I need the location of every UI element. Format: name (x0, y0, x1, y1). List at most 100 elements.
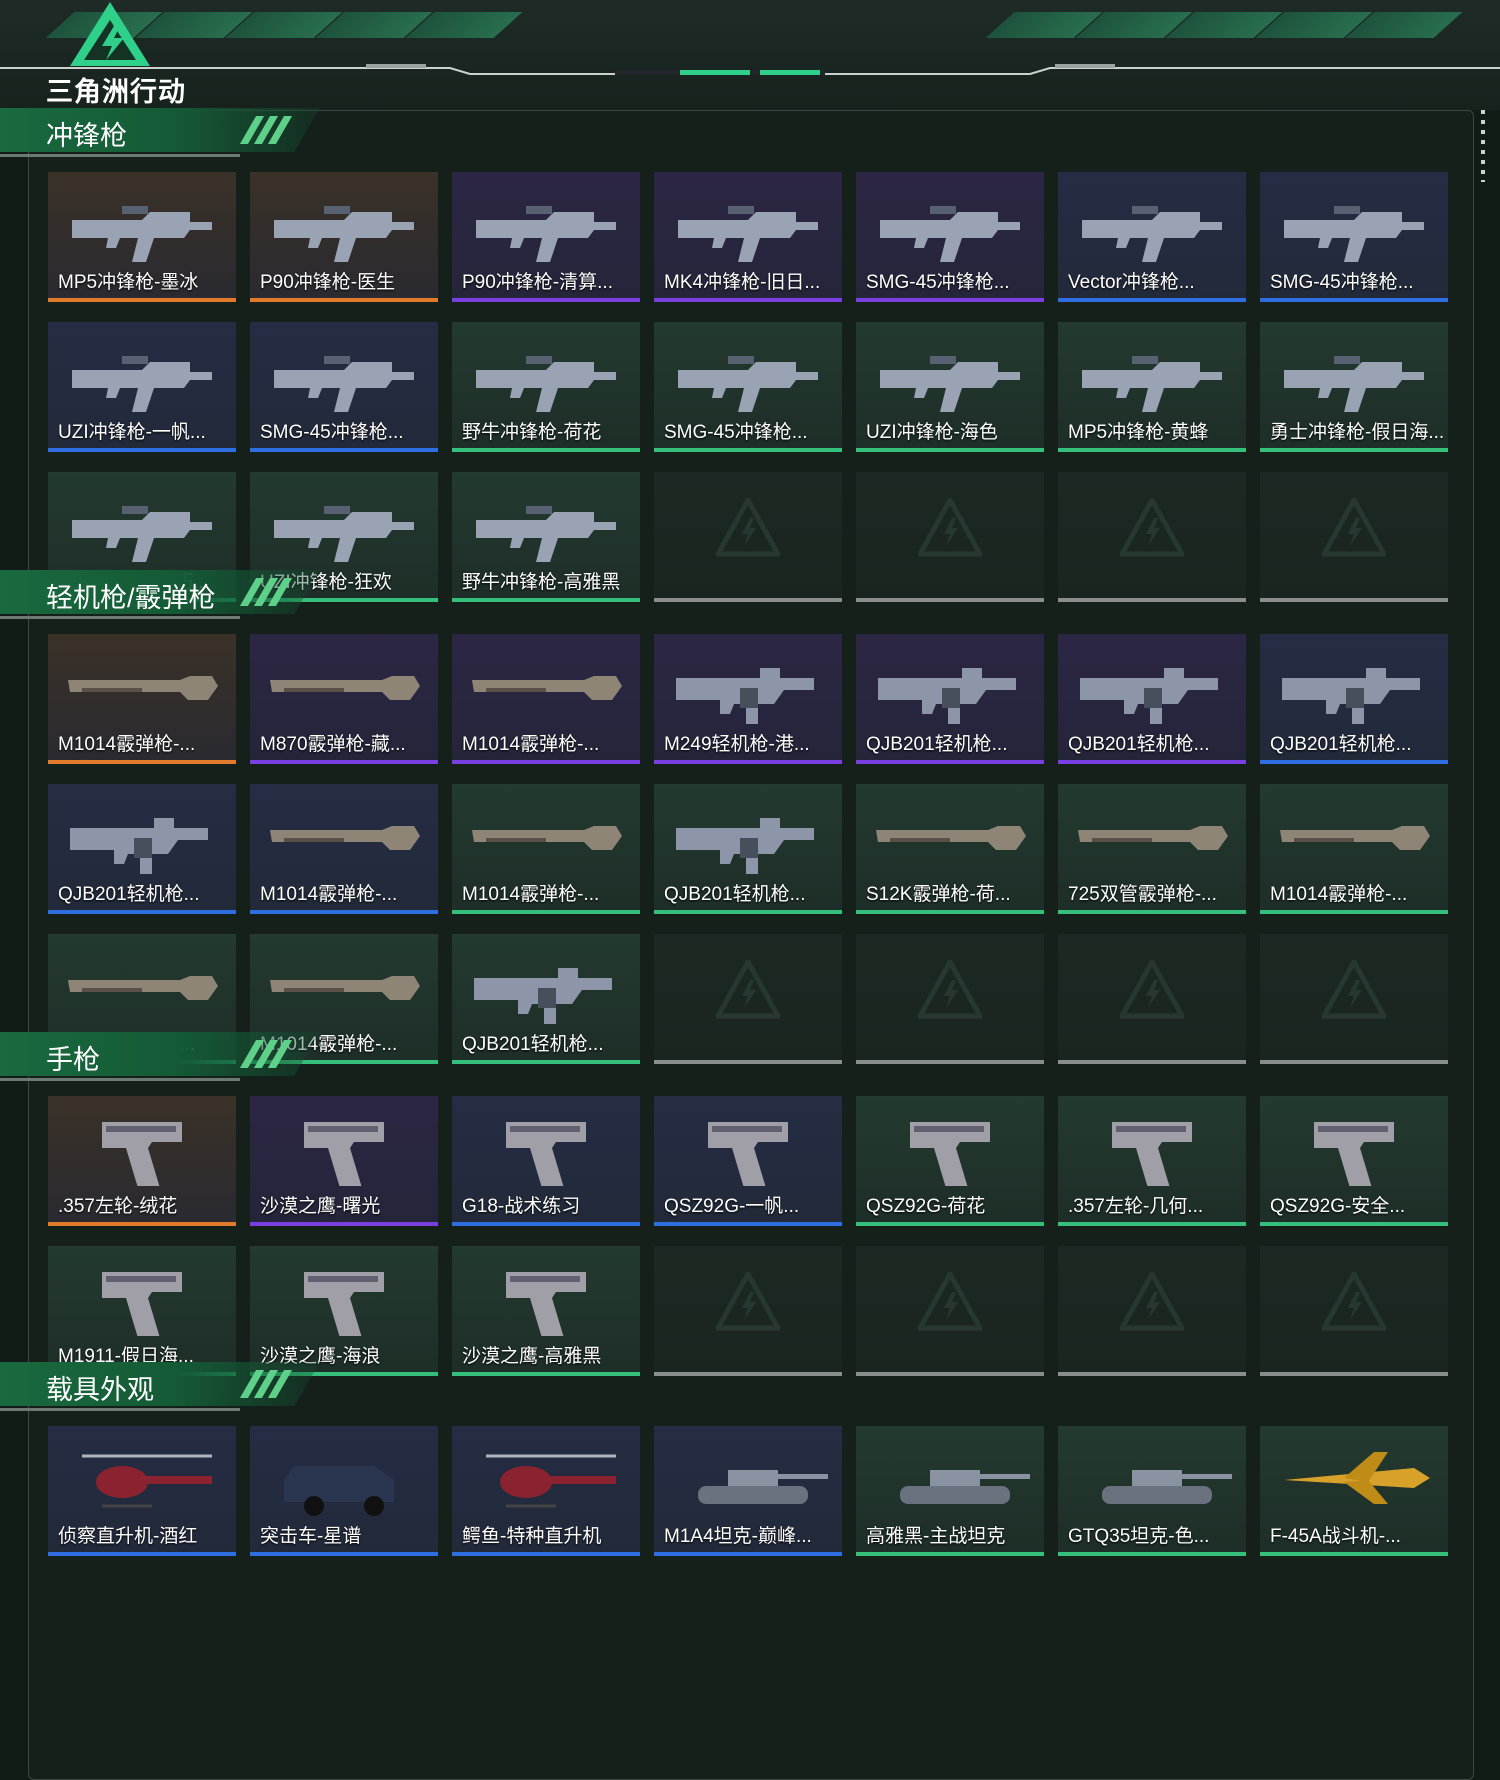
item-name: QSZ92G-安全... (1270, 1196, 1406, 1217)
item-tile[interactable]: UZI冲锋枪-一帆... (48, 322, 236, 452)
item-name: .357左轮-几何... (1068, 1196, 1204, 1217)
item-tile[interactable]: F-45A战斗机-... (1260, 1426, 1448, 1556)
item-tile[interactable]: G18-战术练习 (452, 1096, 640, 1226)
smg-icon (1284, 206, 1424, 262)
item-tile[interactable]: QJB201轻机枪... (856, 634, 1044, 764)
tank-icon (1102, 1470, 1232, 1504)
item-tile[interactable]: QSZ92G-荷花 (856, 1096, 1044, 1226)
watermark-logo-icon (716, 498, 780, 557)
watermark-logo-icon (1120, 960, 1184, 1019)
item-tile[interactable]: 突击车-星谱 (250, 1426, 438, 1556)
item-tile[interactable]: M1014霰弹枪-... (48, 634, 236, 764)
item-tile[interactable]: .357左轮-几何... (1058, 1096, 1246, 1226)
smg-icon (1082, 206, 1222, 262)
item-name: MP5冲锋枪-墨冰 (58, 272, 199, 293)
helicopter-icon (82, 1454, 212, 1508)
item-tile[interactable]: QJB201轻机枪... (1260, 634, 1448, 764)
logo-text: 三角洲行动 (46, 77, 186, 107)
watermark-logo-icon (1322, 1272, 1386, 1331)
item-tile[interactable]: SMG-45冲锋枪... (654, 322, 842, 452)
item-tile[interactable]: P90冲锋枪-清算... (452, 172, 640, 302)
pistol-icon (1314, 1122, 1394, 1186)
item-tile[interactable]: QJB201轻机枪... (654, 784, 842, 914)
item-tile[interactable]: M1911-假日海... (48, 1246, 236, 1376)
item-tile[interactable]: Vector冲锋枪... (1058, 172, 1246, 302)
item-name: SMG-45冲锋枪... (260, 422, 404, 443)
item-tile[interactable]: 野牛冲锋枪-高雅黑 (452, 472, 640, 602)
item-tile[interactable]: QJB201轻机枪... (452, 934, 640, 1064)
item-tile[interactable]: 725双管霰弹枪-... (1058, 784, 1246, 914)
item-tile[interactable]: GTQ35坦克-色... (1058, 1426, 1246, 1556)
pistol-icon (708, 1122, 788, 1186)
item-tile[interactable]: 勇士冲锋枪-假日海... (1260, 322, 1448, 452)
item-tile[interactable]: M1014霰弹枪-... (1260, 784, 1448, 914)
smg-icon (880, 356, 1020, 412)
item-tile[interactable]: QSZ92G-一帆... (654, 1096, 842, 1226)
item-tile[interactable]: P90冲锋枪-医生 (250, 172, 438, 302)
section-underline (0, 154, 240, 157)
item-name: 鳄鱼-特种直升机 (462, 1526, 602, 1547)
item-name: QSZ92G-一帆... (664, 1196, 800, 1217)
item-name: Vector冲锋枪... (1068, 272, 1195, 293)
item-name: MK4冲锋枪-旧日... (664, 272, 821, 293)
item-name: 侦察直升机-酒红 (58, 1526, 198, 1547)
item-tile[interactable]: M1014霰弹枪-... (250, 784, 438, 914)
item-tile[interactable]: M249轻机枪-港... (654, 634, 842, 764)
item-tile[interactable]: M1014霰弹枪-... (452, 784, 640, 914)
item-name: QJB201轻机枪... (1068, 734, 1210, 755)
item-tile[interactable]: S12K霰弹枪-荷... (856, 784, 1044, 914)
item-tile[interactable]: QJB201轻机枪... (48, 784, 236, 914)
smg-icon (678, 356, 818, 412)
item-tile[interactable]: SMG-45冲锋枪... (250, 322, 438, 452)
section-label: 载具外观 (46, 1375, 154, 1405)
lmg-icon (1282, 668, 1420, 724)
empty-slot (1058, 1246, 1246, 1376)
item-tile[interactable]: 沙漠之鹰-高雅黑 (452, 1246, 640, 1376)
item-name: M1A4坦克-巅峰... (664, 1526, 812, 1547)
item-name: SMG-45冲锋枪... (866, 272, 1010, 293)
shotgun-icon (270, 976, 420, 1000)
top-banner: 三角洲行动 (0, 0, 1500, 110)
item-tile[interactable]: M1014霰弹枪-... (452, 634, 640, 764)
smg-icon (1284, 356, 1424, 412)
shotgun-icon (270, 676, 420, 700)
shotgun-icon (68, 976, 218, 1000)
item-tile[interactable]: 高雅黑-主战坦克 (856, 1426, 1044, 1556)
item-tile[interactable]: 沙漠之鹰-海浪 (250, 1246, 438, 1376)
item-tile[interactable]: 鳄鱼-特种直升机 (452, 1426, 640, 1556)
tank-icon (900, 1470, 1030, 1504)
item-tile[interactable]: M870霰弹枪-藏... (250, 634, 438, 764)
item-tile[interactable]: UZI冲锋枪-海色 (856, 322, 1044, 452)
item-tile[interactable]: .357左轮-绒花 (48, 1096, 236, 1226)
item-name: M249轻机枪-港... (664, 734, 810, 755)
watermark-logo-icon (918, 498, 982, 557)
smg-icon (274, 356, 414, 412)
lmg-icon (70, 818, 208, 874)
empty-slot (856, 1246, 1044, 1376)
item-tile[interactable]: MP5冲锋枪-黄蜂 (1058, 322, 1246, 452)
scrollbar-handle[interactable] (1481, 110, 1485, 182)
item-tile[interactable]: MP5冲锋枪-墨冰 (48, 172, 236, 302)
empty-slot (1260, 1246, 1448, 1376)
item-grid: .357左轮-绒花 沙漠之鹰-曙光 G18-战术练习 QSZ92G-一帆... QSZ9… (48, 1096, 1448, 1376)
watermark-logo-icon (716, 1272, 780, 1331)
item-tile[interactable]: M1A4坦克-巅峰... (654, 1426, 842, 1556)
watermark-logo-icon (1322, 960, 1386, 1019)
item-name: 沙漠之鹰-高雅黑 (462, 1346, 602, 1367)
item-tile[interactable]: 侦察直升机-酒红 (48, 1426, 236, 1556)
item-tile[interactable]: SMG-45冲锋枪... (856, 172, 1044, 302)
item-tile[interactable]: QSZ92G-安全... (1260, 1096, 1448, 1226)
item-name: F-45A战斗机-... (1270, 1526, 1401, 1547)
item-name: UZI冲锋枪-海色 (866, 422, 998, 443)
item-tile[interactable]: QJB201轻机枪... (1058, 634, 1246, 764)
item-name: MP5冲锋枪-黄蜂 (1068, 422, 1209, 443)
section-underline (0, 1408, 240, 1411)
item-tile[interactable]: 野牛冲锋枪-荷花 (452, 322, 640, 452)
section-title: 载具外观 (0, 1362, 330, 1411)
pistol-icon (1112, 1122, 1192, 1186)
item-grid: MP5冲锋枪-墨冰 P90冲锋枪-医生 P90冲锋枪-清算... MK4冲锋枪-旧日.… (48, 172, 1448, 602)
item-tile[interactable]: 沙漠之鹰-曙光 (250, 1096, 438, 1226)
smg-icon (1082, 356, 1222, 412)
item-tile[interactable]: MK4冲锋枪-旧日... (654, 172, 842, 302)
item-tile[interactable]: SMG-45冲锋枪... (1260, 172, 1448, 302)
